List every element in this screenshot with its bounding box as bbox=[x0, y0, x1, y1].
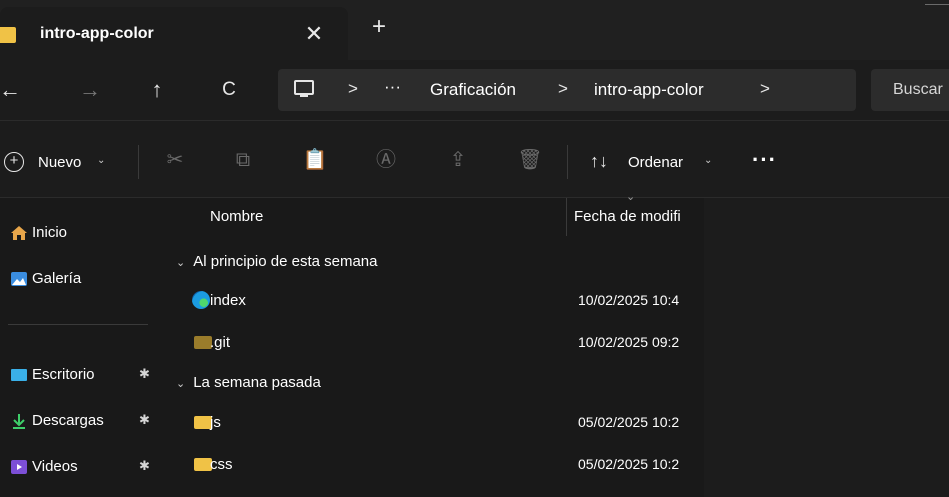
sidebar-item-inicio[interactable]: Inicio bbox=[0, 214, 162, 250]
file-name: index bbox=[210, 292, 246, 309]
plus-circle-icon[interactable]: + bbox=[4, 152, 24, 172]
home-icon bbox=[11, 226, 27, 240]
this-pc-icon[interactable] bbox=[294, 80, 314, 97]
back-button[interactable]: ← bbox=[0, 74, 26, 106]
rename-icon[interactable]: Ⓐ bbox=[373, 147, 399, 173]
tab-title: intro-app-color bbox=[40, 25, 154, 42]
title-bar: intro-app-color ✕ + bbox=[0, 0, 949, 60]
group-header[interactable]: ⌄ La semana pasada bbox=[176, 374, 321, 391]
up-button[interactable]: ↑ bbox=[141, 74, 173, 106]
close-tab-button[interactable]: ✕ bbox=[300, 20, 328, 48]
refresh-button[interactable]: C bbox=[213, 74, 245, 106]
sort-caret-icon: ⌄ bbox=[626, 191, 636, 203]
sidebar-item-label: Galería bbox=[32, 270, 82, 287]
sort-icon[interactable]: ↑↓ bbox=[590, 151, 608, 172]
sort-button[interactable]: Ordenar bbox=[628, 154, 683, 171]
table-row[interactable]: js 05/02/2025 10:2 bbox=[162, 402, 704, 442]
command-bar: + Nuevo ⌄ ✂ ⧉ 📋 Ⓐ ⇪ 🗑 ↑↓ Ordenar ⌄ ··· bbox=[0, 120, 949, 198]
pin-icon[interactable]: ✱ bbox=[139, 412, 150, 428]
column-header-name[interactable]: Nombre bbox=[210, 208, 263, 225]
search-box[interactable]: Buscar bbox=[871, 69, 949, 111]
new-tab-button[interactable]: + bbox=[365, 13, 393, 41]
navigation-bar: ← → ↑ C > ··· Graficación > intro-app-co… bbox=[0, 60, 949, 120]
column-header-date[interactable]: Fecha de modifi bbox=[574, 208, 681, 225]
video-icon bbox=[11, 460, 27, 474]
breadcrumb-separator[interactable]: > bbox=[348, 79, 358, 99]
chevron-down-icon[interactable]: ⌄ bbox=[176, 378, 185, 390]
new-button[interactable]: Nuevo bbox=[38, 154, 81, 171]
table-row[interactable]: css 05/02/2025 10:2 bbox=[162, 444, 704, 484]
group-header[interactable]: ⌄ Al principio de esta semana bbox=[176, 253, 378, 270]
file-date: 05/02/2025 10:2 bbox=[578, 456, 680, 472]
pin-icon[interactable]: ✱ bbox=[139, 458, 150, 474]
file-date: 05/02/2025 10:2 bbox=[578, 414, 680, 430]
sidebar-item-label: Escritorio bbox=[32, 366, 95, 383]
folder-icon bbox=[0, 27, 16, 43]
address-bar[interactable]: > ··· Graficación > intro-app-color > bbox=[278, 69, 856, 111]
breadcrumb-graficacion[interactable]: Graficación bbox=[430, 80, 516, 100]
pin-icon[interactable]: ✱ bbox=[139, 366, 150, 382]
delete-icon[interactable]: 🗑 bbox=[517, 147, 543, 173]
breadcrumb-intro-app-color[interactable]: intro-app-color bbox=[594, 80, 704, 100]
sidebar-item-label: Inicio bbox=[32, 224, 68, 241]
download-icon bbox=[13, 414, 25, 429]
sidebar-item-escritorio[interactable]: Escritorio ✱ bbox=[0, 356, 162, 392]
breadcrumb-separator[interactable]: > bbox=[760, 79, 770, 99]
file-name: js bbox=[210, 414, 221, 431]
column-divider[interactable] bbox=[566, 198, 567, 236]
sidebar-item-descargas[interactable]: Descargas ✱ bbox=[0, 402, 162, 438]
gallery-icon bbox=[11, 272, 27, 286]
file-date: 10/02/2025 09:2 bbox=[578, 334, 680, 350]
cut-icon[interactable]: ✂ bbox=[162, 147, 188, 173]
sidebar-item-label: Descargas bbox=[32, 412, 104, 429]
paste-icon[interactable]: 📋 bbox=[302, 147, 328, 173]
more-options-button[interactable]: ··· bbox=[752, 147, 777, 173]
edge-icon bbox=[192, 291, 210, 309]
group-label: La semana pasada bbox=[193, 374, 321, 391]
file-name: css bbox=[210, 456, 233, 473]
copy-icon[interactable]: ⧉ bbox=[230, 147, 256, 173]
breadcrumb-overflow[interactable]: ··· bbox=[384, 77, 401, 97]
chevron-down-icon[interactable]: ⌄ bbox=[704, 155, 712, 166]
chevron-down-icon[interactable]: ⌄ bbox=[176, 257, 185, 269]
active-tab[interactable]: intro-app-color ✕ bbox=[0, 7, 348, 60]
search-placeholder: Buscar bbox=[893, 81, 943, 98]
sidebar-item-label: Videos bbox=[32, 458, 78, 475]
sidebar-divider bbox=[8, 324, 148, 325]
sidebar-item-galeria[interactable]: Galería bbox=[0, 260, 162, 296]
file-date: 10/02/2025 10:4 bbox=[578, 292, 680, 308]
chevron-down-icon[interactable]: ⌄ bbox=[97, 155, 105, 166]
file-name: .git bbox=[210, 334, 231, 351]
table-row[interactable]: index 10/02/2025 10:4 bbox=[162, 280, 704, 320]
sidebar-item-videos[interactable]: Videos ✱ bbox=[0, 448, 162, 484]
breadcrumb-separator[interactable]: > bbox=[558, 79, 568, 99]
file-list: Nombre ⌄ Fecha de modifi ⌄ Al principio d… bbox=[162, 191, 949, 497]
command-separator bbox=[567, 145, 568, 179]
desktop-icon bbox=[11, 369, 27, 381]
minimize-button[interactable] bbox=[925, 4, 949, 6]
navigation-pane: Inicio Galería Escritorio ✱ Descargas ✱ … bbox=[0, 198, 162, 497]
command-separator bbox=[138, 145, 139, 179]
share-icon[interactable]: ⇪ bbox=[445, 147, 471, 173]
forward-button[interactable]: → bbox=[74, 74, 106, 106]
details-pane bbox=[704, 198, 949, 497]
table-row[interactable]: .git 10/02/2025 09:2 bbox=[162, 322, 704, 362]
group-label: Al principio de esta semana bbox=[193, 253, 378, 270]
